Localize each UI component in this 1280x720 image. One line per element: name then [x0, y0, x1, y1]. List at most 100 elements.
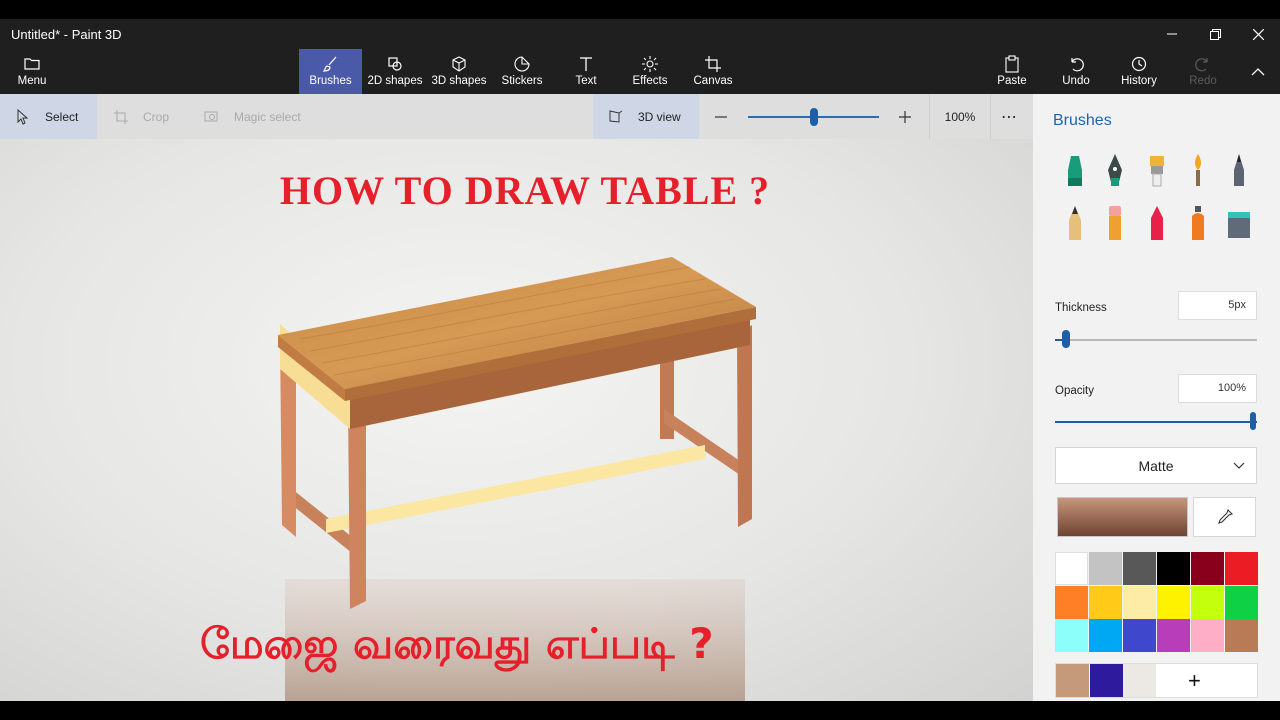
custom-color-swatch[interactable]: [1056, 664, 1089, 697]
table-leg: [737, 325, 752, 527]
window-title: Untitled* - Paint 3D: [11, 27, 122, 42]
tab-brushes[interactable]: Brushes: [299, 49, 362, 94]
redo-button[interactable]: Redo: [1183, 49, 1223, 94]
thickness-slider-thumb[interactable]: [1062, 330, 1070, 348]
color-swatch[interactable]: [1089, 585, 1122, 619]
panel-title: Brushes: [1053, 112, 1112, 129]
tab-label: Brushes: [309, 75, 352, 87]
toolbar: Select Crop Magic select 3D view 100% ⋯: [0, 94, 1033, 139]
cursor-icon: [17, 108, 29, 125]
tab-canvas[interactable]: Canvas: [690, 49, 736, 94]
color-swatch[interactable]: [1157, 585, 1190, 619]
minimize-button[interactable]: [1150, 19, 1194, 49]
tab-effects[interactable]: Effects: [627, 49, 673, 94]
color-swatch[interactable]: [1157, 552, 1190, 585]
paste-label: Paste: [997, 75, 1027, 87]
chevron-up-icon: [1251, 68, 1265, 76]
more-options-button[interactable]: ⋯: [1001, 94, 1018, 139]
table-leg: [348, 401, 366, 609]
canvas-tamil-heading: மேஜை வரைவது எப்படி ?: [200, 619, 714, 668]
3d-view-icon: [609, 109, 623, 123]
select-button[interactable]: Select: [0, 94, 97, 139]
zoom-in-button[interactable]: [897, 94, 927, 139]
3d-view-label: 3D view: [638, 109, 681, 124]
color-swatch[interactable]: [1089, 619, 1122, 652]
paint3d-window: Untitled* - Paint 3D Menu Brushes 2D sha…: [0, 19, 1280, 701]
history-button[interactable]: History: [1117, 49, 1161, 94]
tab-3d-shapes[interactable]: 3D shapes: [430, 49, 488, 94]
stickers-icon: [514, 56, 530, 72]
opacity-input[interactable]: 100%: [1178, 374, 1257, 403]
undo-button[interactable]: Undo: [1056, 49, 1096, 94]
restore-button[interactable]: [1193, 19, 1237, 49]
history-label: History: [1121, 75, 1157, 87]
paste-button[interactable]: Paste: [992, 49, 1032, 94]
canvas-area[interactable]: HOW TO DRAW TABLE ? மேஜை வரைவது எப்படி ?: [0, 139, 1033, 701]
color-swatch[interactable]: [1123, 552, 1156, 585]
fill-bucket-icon[interactable]: [1224, 204, 1254, 244]
tab-text[interactable]: Text: [566, 49, 606, 94]
tab-label: Effects: [632, 75, 668, 87]
color-swatch[interactable]: [1225, 619, 1258, 652]
minimize-icon: [1167, 33, 1177, 35]
color-swatch[interactable]: [1225, 552, 1258, 585]
color-swatch[interactable]: [1157, 619, 1190, 652]
select-label: Select: [45, 109, 79, 124]
plus-icon: [899, 110, 911, 123]
current-color-swatch[interactable]: [1057, 497, 1188, 537]
color-swatch[interactable]: [1123, 619, 1156, 652]
close-icon: [1252, 28, 1264, 40]
custom-color-swatch[interactable]: [1089, 664, 1123, 697]
brushes-panel: Brushes Thickness 5px Opacity 100% Matte…: [1033, 94, 1280, 701]
color-swatch[interactable]: [1055, 585, 1088, 619]
crayon-icon[interactable]: [1142, 204, 1172, 244]
tab-label: Stickers: [501, 75, 543, 87]
calligraphy-pen-icon[interactable]: [1100, 152, 1130, 192]
watercolor-icon[interactable]: [1183, 152, 1213, 192]
crop-icon: [114, 109, 128, 124]
menu-button[interactable]: Menu: [8, 49, 56, 94]
eyedropper-button[interactable]: [1193, 497, 1256, 537]
paste-icon: [1005, 55, 1019, 73]
material-value: Matte: [1138, 457, 1174, 474]
color-swatch[interactable]: [1055, 552, 1088, 585]
add-color-button[interactable]: +: [1188, 668, 1201, 694]
material-dropdown[interactable]: Matte: [1055, 447, 1257, 484]
color-swatch[interactable]: [1191, 619, 1224, 652]
color-swatch[interactable]: [1191, 552, 1224, 585]
collapse-ribbon-button[interactable]: [1240, 49, 1276, 94]
2d-shapes-icon: [388, 57, 402, 71]
tab-label: Canvas: [693, 75, 733, 87]
thickness-label: Thickness: [1055, 302, 1107, 314]
opacity-slider-thumb[interactable]: [1250, 412, 1256, 430]
zoom-slider-thumb[interactable]: [810, 108, 818, 126]
tab-stickers[interactable]: Stickers: [498, 49, 546, 94]
eraser-icon[interactable]: [1100, 204, 1130, 244]
3d-view-toggle[interactable]: 3D view: [593, 94, 699, 139]
crop-button[interactable]: Crop: [113, 94, 169, 139]
thickness-input[interactable]: 5px: [1178, 291, 1257, 320]
custom-color-swatch[interactable]: [1123, 664, 1156, 697]
oil-brush-icon[interactable]: [1142, 152, 1172, 192]
pixel-pen-icon[interactable]: [1224, 152, 1254, 192]
text-icon: [580, 57, 592, 71]
opacity-slider[interactable]: [1055, 421, 1257, 423]
table-3d-model[interactable]: [0, 139, 1033, 701]
thickness-slider[interactable]: [1055, 339, 1257, 341]
color-swatch[interactable]: [1055, 619, 1088, 652]
tab-2d-shapes[interactable]: 2D shapes: [366, 49, 424, 94]
zoom-out-button[interactable]: [713, 94, 743, 139]
marker-icon[interactable]: [1060, 152, 1090, 192]
close-button[interactable]: [1236, 19, 1280, 49]
magic-select-button[interactable]: Magic select: [204, 94, 301, 139]
color-swatch[interactable]: [1089, 552, 1122, 585]
undo-icon: [1071, 58, 1084, 72]
undo-label: Undo: [1062, 75, 1090, 87]
color-swatch[interactable]: [1191, 585, 1224, 619]
color-swatch[interactable]: [1225, 585, 1258, 619]
table-stretcher: [326, 445, 705, 533]
spray-can-icon[interactable]: [1183, 204, 1213, 244]
pencil-icon[interactable]: [1060, 204, 1090, 244]
color-swatch[interactable]: [1123, 585, 1156, 619]
zoom-level[interactable]: 100%: [929, 94, 991, 139]
